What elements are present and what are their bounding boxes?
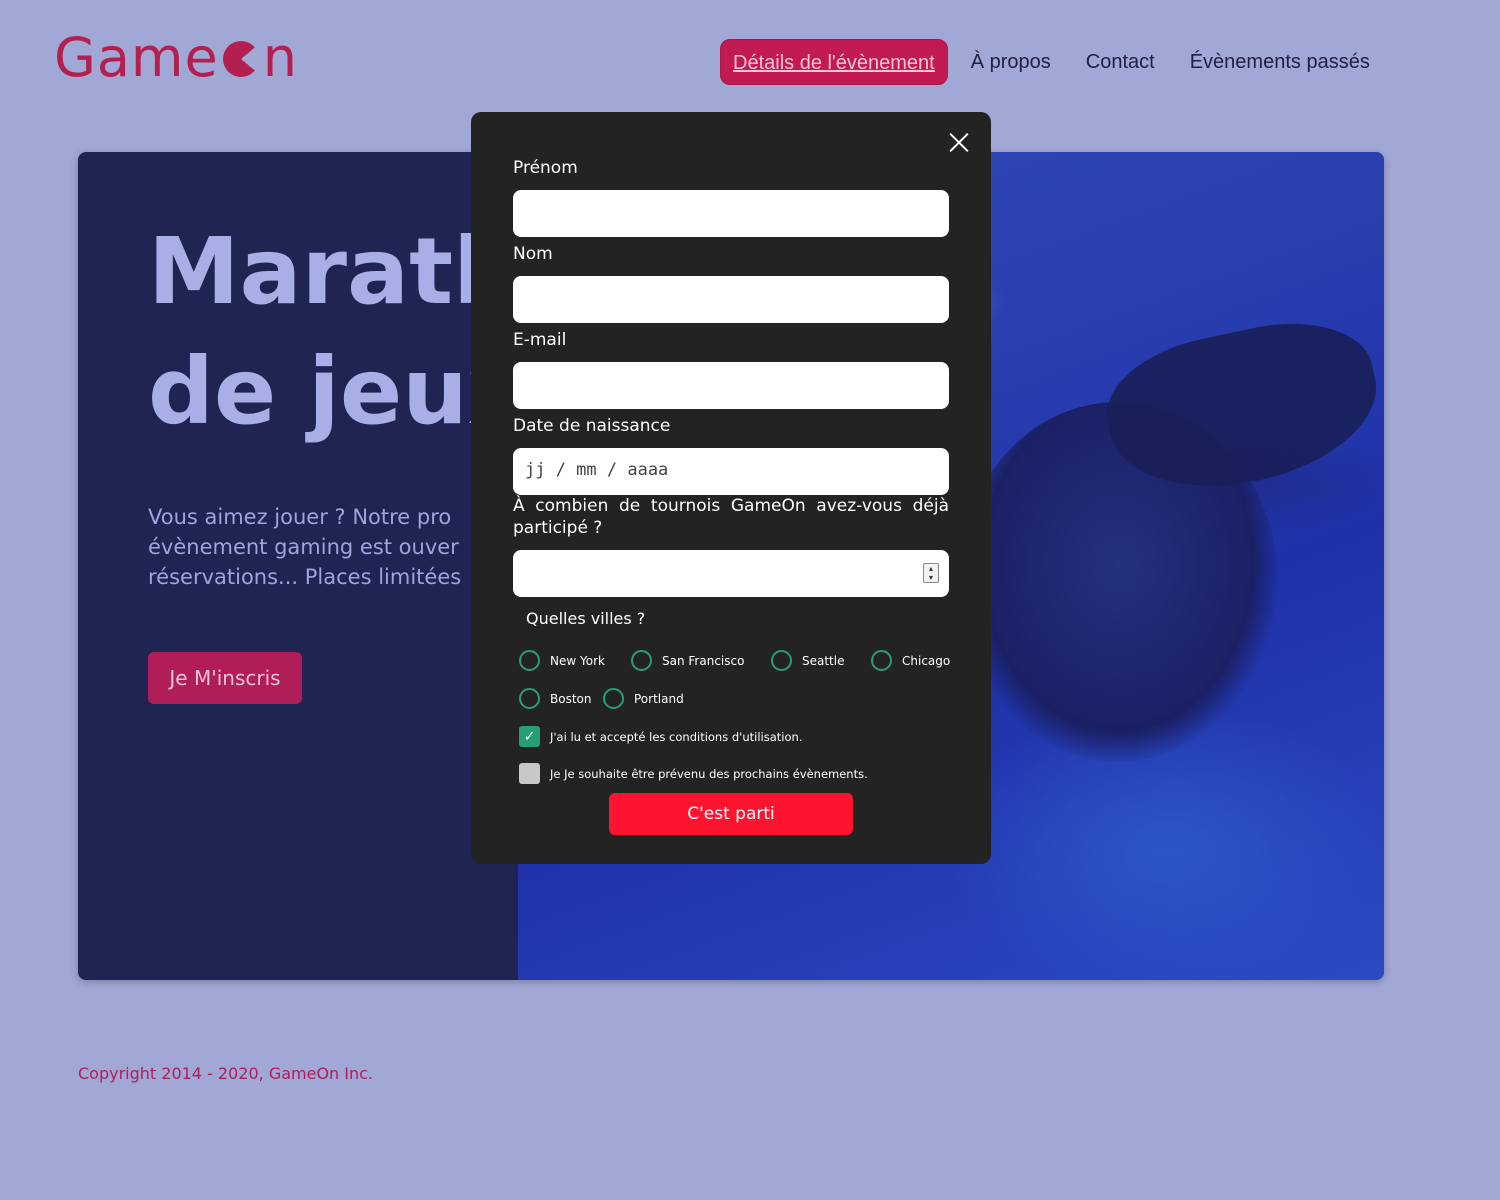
radio-chicago[interactable]: Chicago (871, 650, 950, 671)
radio-circle[interactable] (631, 650, 652, 671)
checkmark-icon: ✓ (523, 728, 536, 745)
radio-circle[interactable] (519, 650, 540, 671)
radio-label: New York (550, 653, 605, 668)
radio-san-francisco[interactable]: San Francisco (631, 650, 744, 671)
gameon-logo[interactable]: Game n (54, 25, 298, 89)
copyright-text: Copyright 2014 - 2020, GameOn Inc. (78, 1064, 374, 1083)
logo-text-game: Game (54, 25, 219, 89)
nav-past-events[interactable]: Évènements passés (1178, 39, 1382, 85)
email-input[interactable] (513, 362, 949, 409)
first-name-label: Prénom (513, 158, 578, 178)
radio-circle[interactable] (771, 650, 792, 671)
close-icon[interactable] (949, 132, 969, 152)
hero-description: Vous aimez jouer ? Notre pro évènement g… (148, 502, 478, 592)
nav-about[interactable]: À propos (959, 39, 1063, 85)
nav-event-details[interactable]: Détails de l'évènement (720, 39, 948, 85)
birthdate-placeholder: jj / mm / aaaa (525, 460, 669, 480)
radio-label: San Francisco (662, 653, 745, 668)
newsletter-checkbox[interactable] (519, 763, 540, 784)
number-spinner-icon[interactable]: ▴ ▾ (923, 563, 939, 583)
birthdate-label: Date de naissance (513, 416, 671, 436)
main-nav: Détails de l'évènement À propos Contact … (720, 39, 1393, 85)
signup-button[interactable]: Je M'inscris (148, 652, 302, 704)
radio-label: Boston (550, 691, 592, 706)
terms-checkbox-row[interactable]: ✓ J'ai lu et accepté les conditions d'ut… (519, 726, 802, 747)
birthdate-input[interactable]: jj / mm / aaaa (513, 448, 949, 495)
first-name-input[interactable] (513, 190, 949, 237)
registration-modal: Prénom Nom E-mail Date de naissance jj /… (471, 112, 991, 864)
nav-contact[interactable]: Contact (1074, 39, 1167, 85)
newsletter-checkbox-row[interactable]: Je Je souhaite être prévenu des prochain… (519, 763, 868, 784)
last-name-input[interactable] (513, 276, 949, 323)
radio-new-york[interactable]: New York (519, 650, 605, 671)
cities-label: Quelles villes ? (526, 609, 646, 628)
hero-text-line1: Vous aimez jouer ? Notre pro (148, 505, 452, 529)
radio-label: Seattle (802, 653, 845, 668)
hero-text-line3: réservations... Places limitées (148, 565, 462, 589)
pacman-icon (222, 41, 259, 77)
radio-circle[interactable] (603, 688, 624, 709)
submit-button[interactable]: C'est parti (609, 793, 853, 835)
logo-text-n: n (262, 25, 298, 89)
tournaments-quantity-input[interactable]: ▴ ▾ (513, 550, 949, 597)
email-label: E-mail (513, 330, 567, 350)
last-name-label: Nom (513, 244, 553, 264)
terms-checkbox[interactable]: ✓ (519, 726, 540, 747)
radio-portland[interactable]: Portland (603, 688, 684, 709)
radio-boston[interactable]: Boston (519, 688, 591, 709)
radio-seattle[interactable]: Seattle (771, 650, 844, 671)
tournaments-question: À combien de tournois GameOn avez-vous d… (513, 496, 949, 538)
radio-circle[interactable] (871, 650, 892, 671)
radio-label: Portland (634, 691, 684, 706)
radio-circle[interactable] (519, 688, 540, 709)
terms-label: J'ai lu et accepté les conditions d'util… (550, 729, 803, 744)
hero-text-line2: évènement gaming est ouver (148, 535, 459, 559)
newsletter-label: Je Je souhaite être prévenu des prochain… (550, 766, 868, 781)
radio-label: Chicago (902, 653, 951, 668)
hero-title-line1: Marath (148, 218, 519, 325)
